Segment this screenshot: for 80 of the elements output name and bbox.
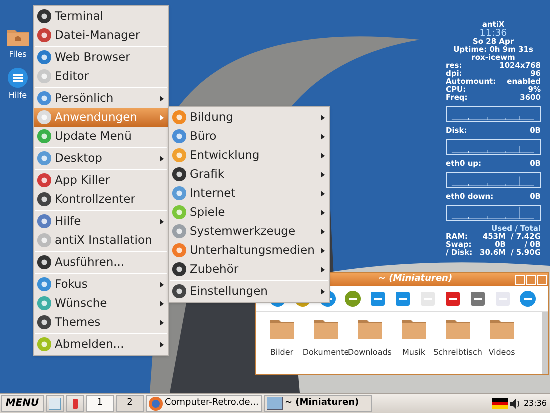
app-icon — [172, 284, 187, 299]
folder-icon[interactable] — [489, 318, 515, 340]
app-icon — [172, 243, 187, 258]
app-icon — [172, 148, 187, 163]
menu-item[interactable]: Ausführen... — [34, 253, 168, 272]
app-icon — [37, 129, 52, 144]
app-icon — [37, 173, 52, 188]
folder-label: Dokumente — [302, 347, 350, 359]
menu-item[interactable]: Editor — [34, 67, 168, 86]
clock: 23:36 — [522, 398, 548, 410]
app-icon — [37, 50, 52, 65]
folder-label: Musik — [402, 347, 426, 359]
folder-icon[interactable] — [401, 318, 427, 340]
app-icon — [37, 315, 52, 330]
app-icon — [37, 192, 52, 207]
usb-drive-icon[interactable] — [66, 395, 84, 412]
app-icon — [172, 129, 187, 144]
folder-icon[interactable] — [445, 318, 471, 340]
folder-label: Bilder — [270, 347, 294, 359]
app-icon — [172, 262, 187, 277]
workspace-button[interactable]: 1 — [86, 395, 114, 412]
volume-icon[interactable] — [510, 398, 520, 408]
app-icon — [172, 110, 187, 125]
icon-label: Hilfe — [8, 90, 28, 102]
menu-item[interactable]: Grafik — [169, 165, 329, 184]
menu-item[interactable]: Web Browser — [34, 48, 168, 67]
menu-item[interactable]: Systemwerkzeuge — [169, 222, 329, 241]
menu-item[interactable]: Entwicklung — [169, 146, 329, 165]
app-icon — [37, 9, 52, 24]
menu-item[interactable]: Büro — [169, 127, 329, 146]
menu-item[interactable]: Fokus — [34, 275, 168, 294]
app-icon — [37, 337, 52, 352]
menu-item[interactable]: Wünsche — [34, 294, 168, 313]
app-icon — [172, 186, 187, 201]
folder-label: Videos — [488, 347, 516, 359]
app-icon — [172, 167, 187, 182]
task-button[interactable]: ~ (Miniaturen) — [264, 395, 372, 412]
folder-label: Downloads — [348, 347, 392, 359]
app-icon — [37, 151, 52, 166]
app-icon — [37, 28, 52, 43]
browser-icon — [149, 396, 163, 410]
menu-item[interactable]: Themes — [34, 313, 168, 332]
task-button[interactable]: Computer-Retro.de... — [146, 395, 262, 412]
window-title: ~ (Miniaturen) — [377, 272, 454, 286]
app-icon — [172, 205, 187, 220]
app-icon — [37, 296, 52, 311]
app-icon — [37, 233, 52, 248]
menu-item[interactable]: Terminal — [34, 7, 168, 26]
menu-item[interactable]: Update Menü — [34, 127, 168, 146]
app-icon — [172, 224, 187, 239]
menu-item[interactable]: App Killer — [34, 171, 168, 190]
menu-item[interactable]: Spiele — [169, 203, 329, 222]
desktop-icon[interactable] — [46, 395, 64, 412]
folder-icon[interactable] — [313, 318, 339, 340]
folder-icon[interactable] — [357, 318, 383, 340]
menu-item[interactable]: Hilfe — [34, 212, 168, 231]
folder-label: Schreibtisch — [434, 347, 482, 359]
folder-icon[interactable] — [269, 318, 295, 340]
menu-button[interactable]: MENU — [1, 395, 44, 412]
menu-item[interactable]: Abmelden... — [34, 335, 168, 354]
menu-item[interactable]: antiX Installation — [34, 231, 168, 250]
menu-item[interactable]: Desktop — [34, 149, 168, 168]
app-icon — [37, 69, 52, 84]
app-icon — [37, 91, 52, 106]
icon-label: Files — [9, 49, 27, 61]
menu-item[interactable]: Persönlich — [34, 89, 168, 108]
workspace-button[interactable]: 2 — [116, 395, 144, 412]
menu-item[interactable]: Datei-Manager — [34, 26, 168, 45]
menu-item[interactable]: Kontrollzenter — [34, 190, 168, 209]
app-icon — [37, 255, 52, 270]
menu-item[interactable]: Zubehör — [169, 260, 329, 279]
menu-item[interactable]: Einstellungen — [169, 282, 329, 301]
app-icon — [37, 214, 52, 229]
clock: 11:36 — [480, 29, 508, 38]
flag-icon — [492, 398, 508, 409]
menu-item[interactable]: Internet — [169, 184, 329, 203]
menu-item[interactable]: Unterhaltungsmedien — [169, 241, 329, 260]
app-icon — [37, 110, 52, 125]
menu-item[interactable]: Bildung — [169, 108, 329, 127]
app-icon — [37, 277, 52, 292]
